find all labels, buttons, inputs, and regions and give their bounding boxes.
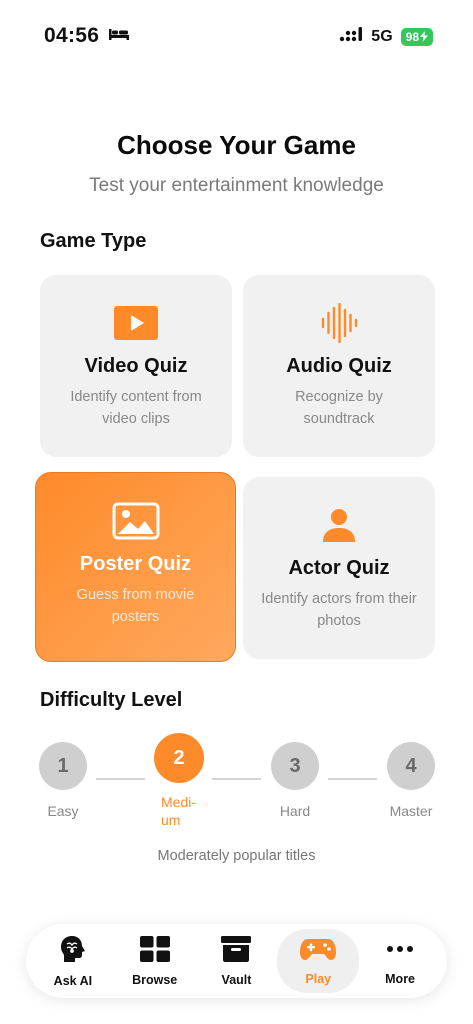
tab-ask-ai[interactable]: Ask AI [32,929,114,993]
gamepad-icon [299,937,337,966]
status-time: 04:56 [44,24,100,47]
person-icon [322,507,356,543]
tab-vault[interactable]: Vault [196,929,278,993]
sleep-focus-icon [108,27,130,46]
step-label: Master [389,803,433,819]
step-label: Medi-um [161,794,197,828]
status-bar: 04:56 5G 98 [0,0,473,70]
video-quiz-card[interactable]: Video Quiz Identify content from video c… [40,275,232,457]
tab-label: More [385,971,416,986]
tab-browse[interactable]: Browse [114,929,196,993]
difficulty-medium[interactable]: 2 Medi-um [154,733,204,829]
difficulty-description: Moderately popular titles [157,848,316,864]
step-number: 3 [271,742,319,790]
archive-box-icon [221,935,252,967]
more-dots-icon [385,937,415,966]
difficulty-hard[interactable]: 3 Hard [270,742,320,820]
video-play-icon [113,305,159,341]
step-label: Easy [47,803,79,819]
grid-icon [139,935,170,967]
image-icon [112,502,160,540]
step-connector [212,778,261,780]
step-number: 2 [154,733,204,783]
step-connector [96,778,145,780]
card-title: Audio Quiz [286,355,392,377]
card-title: Poster Quiz [79,553,192,575]
card-description: Recognize by soundtrack [295,389,383,427]
step-label: Hard [279,803,311,819]
difficulty-selector: 1 Easy 2 Medi-um 3 Hard 4 Master [38,733,438,832]
page-subtitle: Test your entertainment knowledge [89,175,384,196]
brain-head-icon [59,935,87,968]
page-title: Choose Your Game [117,130,356,160]
step-connector [328,778,377,780]
difficulty-master[interactable]: 4 Master [386,742,436,820]
card-description: Identify content from video clips [70,389,202,427]
battery-indicator: 98 [400,27,433,46]
card-title: Video Quiz [84,355,188,377]
tab-play[interactable]: Play [277,929,360,993]
tab-label: Vault [221,972,252,987]
tab-label: Browse [132,972,178,987]
audio-quiz-card[interactable]: Audio Quiz Recognize by soundtrack [243,275,435,457]
battery-level: 98 [405,29,419,44]
tab-label: Play [305,971,332,986]
card-description: Guess from movie posters [76,587,195,625]
bottom-tab-bar: Ask AI Browse Vault Play More [26,924,447,998]
signal-icon [339,26,363,47]
card-title: Actor Quiz [288,557,390,579]
tab-label: Ask AI [53,973,93,988]
game-type-heading: Game Type [40,230,147,252]
step-number: 4 [387,742,435,790]
status-indicators: 5G 98 [339,26,433,47]
actor-quiz-card[interactable]: Actor Quiz Identify actors from their ph… [243,477,435,659]
step-number: 1 [39,742,87,790]
sound-wave-icon [320,303,358,343]
poster-quiz-card[interactable]: Poster Quiz Guess from movie posters [35,472,236,662]
tab-more[interactable]: More [359,929,441,993]
difficulty-heading: Difficulty Level [40,689,183,711]
card-description: Identify actors from their photos [261,591,417,629]
charging-bolt-icon [420,31,428,42]
difficulty-easy[interactable]: 1 Easy [38,742,88,820]
network-type: 5G [371,27,393,45]
